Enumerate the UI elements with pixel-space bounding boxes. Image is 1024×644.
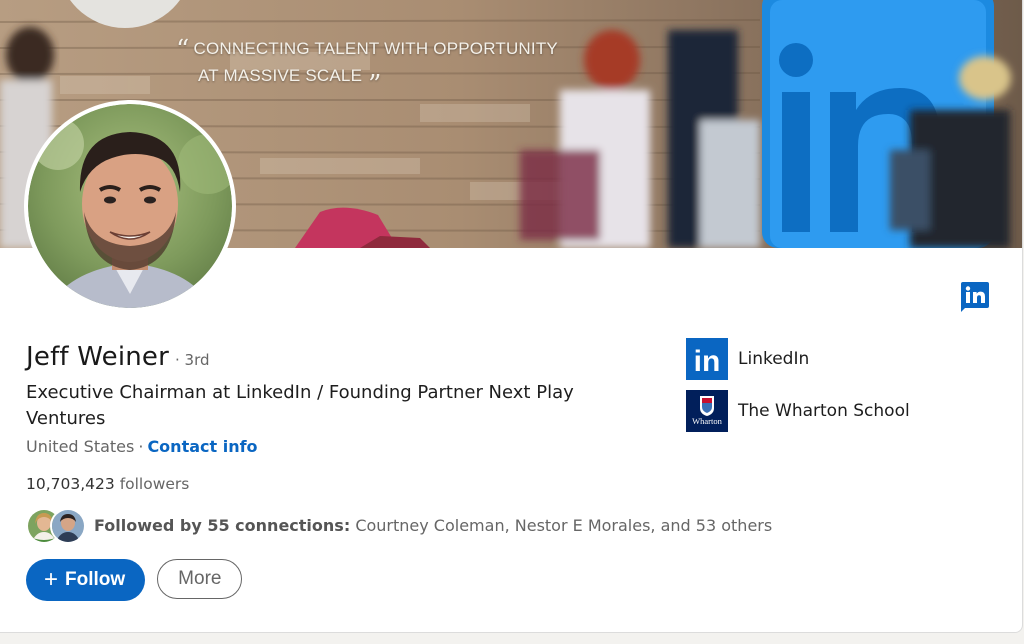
location-row: United States · Contact info bbox=[26, 437, 258, 456]
banner-quote: “CONNECTING TALENT WITH OPPORTUNITY AT M… bbox=[176, 36, 558, 98]
connections-text: Followed by 55 connections: Courtney Col… bbox=[94, 516, 772, 535]
experience-item-linkedin[interactable]: in LinkedIn bbox=[686, 338, 910, 380]
connection-avatar bbox=[50, 508, 86, 544]
top-experience-list: in LinkedIn Wharton The Wharton School bbox=[686, 338, 910, 442]
followers-label: followers bbox=[119, 475, 190, 493]
linkedin-badge-icon[interactable] bbox=[961, 282, 989, 312]
contact-info-link[interactable]: Contact info bbox=[147, 437, 257, 456]
wharton-logo-text: Wharton bbox=[692, 416, 722, 426]
profile-card: “CONNECTING TALENT WITH OPPORTUNITY AT M… bbox=[0, 0, 1023, 633]
open-quote-mark: “ bbox=[176, 35, 190, 65]
more-button[interactable]: More bbox=[157, 559, 243, 599]
linkedin-logo-text: in bbox=[694, 345, 721, 378]
experience-item-wharton[interactable]: Wharton The Wharton School bbox=[686, 390, 910, 432]
close-quote-mark: ” bbox=[368, 70, 382, 100]
profile-avatar[interactable] bbox=[28, 104, 232, 308]
plus-icon: + bbox=[44, 566, 59, 593]
profile-location: United States bbox=[26, 437, 135, 456]
profile-headline: Executive Chairman at LinkedIn / Foundin… bbox=[26, 382, 574, 429]
profile-photo bbox=[28, 104, 232, 308]
connection-names: Courtney Coleman, Nestor E Morales, and … bbox=[355, 515, 773, 535]
banner-quote-line1: CONNECTING TALENT WITH OPPORTUNITY bbox=[193, 39, 558, 58]
connection-avatars bbox=[26, 506, 88, 544]
linkedin-badge-svg bbox=[961, 282, 989, 312]
experience-name: LinkedIn bbox=[738, 349, 810, 369]
mutual-connections[interactable]: Followed by 55 connections: Courtney Col… bbox=[26, 506, 772, 544]
followers-count: 10,703,423 followers bbox=[26, 475, 189, 493]
followed-by-label: Followed by 55 connections: bbox=[94, 515, 351, 535]
follow-button[interactable]: + Follow bbox=[26, 559, 146, 601]
name-row: Jeff Weiner · 3rd bbox=[26, 342, 210, 372]
followers-number: 10,703,423 bbox=[26, 475, 115, 493]
profile-name: Jeff Weiner bbox=[26, 342, 170, 372]
experience-name: The Wharton School bbox=[738, 401, 910, 421]
connection-degree: · 3rd bbox=[175, 351, 210, 369]
linkedin-logo-icon: in bbox=[686, 338, 728, 380]
follow-label: Follow bbox=[65, 569, 126, 590]
more-label: More bbox=[178, 568, 222, 589]
wharton-logo-icon: Wharton bbox=[686, 390, 728, 432]
location-separator: · bbox=[138, 437, 144, 456]
banner-quote-line2: AT MASSIVE SCALE bbox=[198, 66, 363, 85]
profile-actions: + Follow More bbox=[26, 559, 243, 601]
